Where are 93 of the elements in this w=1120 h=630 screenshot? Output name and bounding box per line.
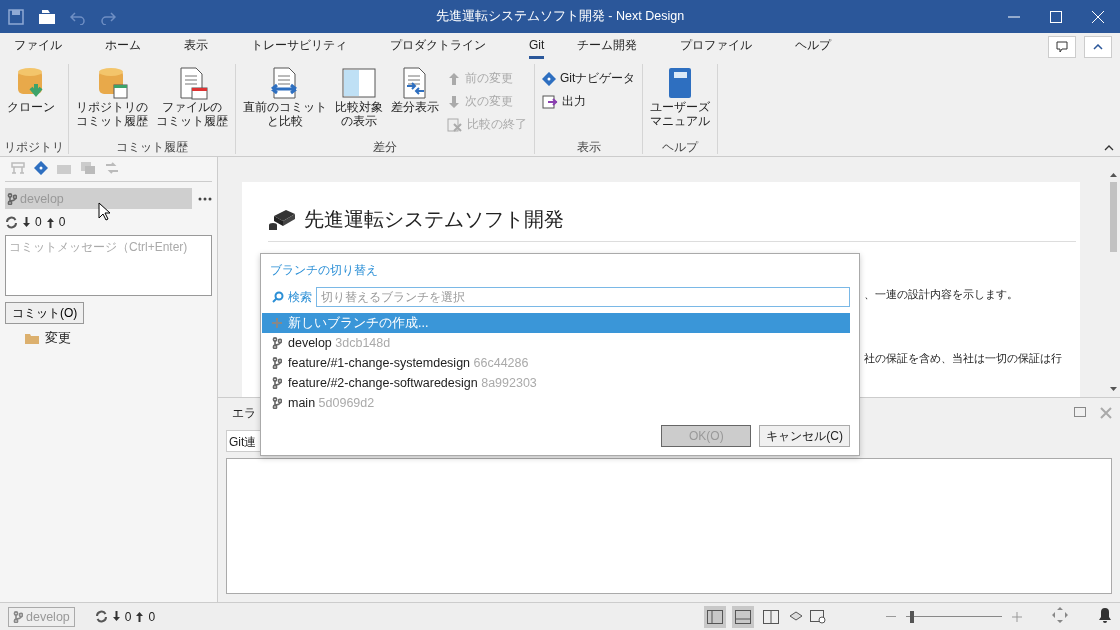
group-label: ヘルプ [661,139,700,154]
ribbon-button[interactable]: ファイルの コミット履歴 [153,64,231,139]
tree-item[interactable]: 変更 [45,330,71,347]
menu-tab[interactable]: ヘルプ [795,32,832,61]
ribbon-button[interactable]: リポジトリの コミット履歴 [73,64,151,139]
comment-icon [1056,40,1068,53]
folder-icon [38,8,56,25]
branch-item[interactable]: develop 3dcb148d [262,333,850,353]
branch-item[interactable]: feature/#2-change-softwaredesign 8a992303 [262,373,850,393]
ribbon-button[interactable]: Gitナビゲータ [539,68,639,89]
zoom-slider[interactable] [906,610,1002,623]
collapse-ribbon-button[interactable] [1084,35,1112,58]
zoom-out-icon [886,615,896,618]
arrow-up-icon [135,611,145,622]
incoming-count: 0 [124,609,132,624]
plus-icon [272,318,282,328]
close-icon [1092,10,1104,23]
split-view-icon [342,66,376,100]
project-icon [268,207,296,232]
branch-icon [272,397,282,409]
comment-button[interactable] [1048,35,1076,58]
save-icon [8,8,24,25]
ribbon-button[interactable]: 出力 [539,91,639,112]
menu-tab[interactable]: チーム開発 [577,32,638,61]
search-icon [272,291,284,303]
fit-icon [1052,607,1068,623]
arrow-up-icon [447,71,461,86]
branch-icon [272,357,282,369]
ribbon-button[interactable]: クローン [4,64,58,139]
arrow-down-icon [22,216,31,228]
commit-button[interactable]: コミット(O) [5,302,85,324]
sync-icon [5,215,18,229]
menu-tab[interactable]: プロダクトライン [390,32,486,61]
mouse-cursor-icon [98,202,112,222]
dialog-title: ブランチの切り替え [269,262,379,279]
commit-message-field[interactable]: コミットメッセージ（Ctrl+Enter) [5,235,212,296]
branch-search-field[interactable]: 切り替えるブランチを選択 [316,287,850,307]
ribbon-button[interactable]: ユーザーズ マニュアル [647,64,714,139]
cancel-button[interactable]: キャンセル(C) [759,425,850,447]
ribbon-button[interactable]: 比較対象 の表示 [332,64,386,139]
menu-tab[interactable]: ホーム [105,32,141,61]
panel-tab[interactable]: エラ [226,402,260,424]
outgoing-count: 0 [148,609,156,624]
sync-icon [94,610,108,623]
close-compare-icon [447,117,463,132]
group-label: リポジトリ [4,139,64,154]
menu-tab[interactable]: 表示 [184,32,208,61]
layout-button[interactable] [704,605,726,628]
branch-icon [7,192,17,205]
group-label: 差分 [372,139,398,154]
git-icon [542,71,556,86]
layout-icon [763,609,779,624]
layout-button[interactable] [732,605,754,628]
outgoing-count: 0 [58,215,66,229]
restore-icon [1074,407,1086,417]
folder-icon [25,333,39,344]
branch-icon [13,610,23,623]
group-label: 表示 [575,139,602,154]
more-icon [198,196,212,201]
branch-icon [272,337,282,349]
swap-icon [104,161,120,175]
arrow-down-icon [111,611,121,622]
document-text: 社の保証を含め、当社は一切の保証は行 [864,352,1062,366]
close-icon [1100,407,1112,419]
layout-icon [707,609,723,624]
ribbon-button[interactable]: 差分表示 [388,64,442,139]
hierarchy-icon [10,161,26,175]
bell-icon [1098,607,1112,623]
ribbon-button[interactable]: 直前のコミット と比較 [240,64,330,139]
document-text: 、一連の設計内容を示します。 [864,288,1018,302]
menu-tab[interactable]: トレーサビリティ [251,32,347,61]
arrow-up-icon [45,216,55,228]
menu-tab[interactable]: プロファイル [680,32,753,61]
branch-item[interactable]: feature/#1-change-systemdesign 66c44286 [262,353,850,373]
zoom-in-icon [1012,611,1022,622]
zoom-thumb[interactable] [910,610,915,623]
chevron-up-icon [1104,145,1114,151]
menu-tab[interactable]: ファイル [14,32,62,61]
window-settings-icon [810,609,826,624]
branch-icon [272,377,282,389]
document-title: 先進運転システムソフト開発 [304,207,564,232]
window-title: 先進運転システムソフト開発 - Next Design [434,8,686,25]
branch-item[interactable]: main 5d0969d2 [262,393,850,413]
maximize-icon [1050,10,1062,23]
group-label: コミット履歴 [115,139,189,154]
git-icon [34,161,48,175]
incoming-count: 0 [35,215,42,229]
chevron-up-icon [1093,43,1103,50]
menu-tab[interactable]: Git [529,34,545,59]
layout-icon [735,609,751,624]
arrow-down-icon [447,94,461,109]
output-icon [542,94,558,109]
search-label: 検索 [288,288,312,306]
